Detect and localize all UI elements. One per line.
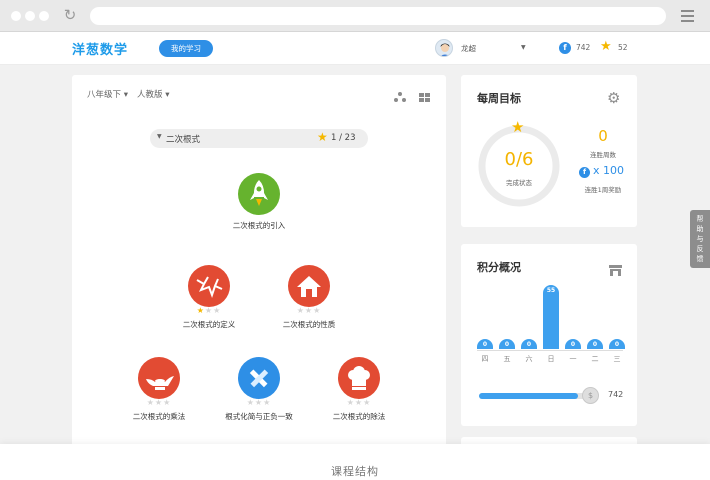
tree-view-icon[interactable] [394,92,406,102]
coin-icon: f [579,167,590,178]
topic-node[interactable]: 二次根式的引入 [209,173,309,243]
grade-filter[interactable]: 八年级下 ▾ [87,88,128,100]
topic-label: 二次根式的除法 [332,412,386,421]
gear-icon[interactable]: ⚙ [607,89,620,107]
bar-value-label: 0 [482,341,488,348]
coin-icon: f [559,42,571,54]
points-overview-card: 积分概况 0 四 0 五 0 六 55 日 0 一 0 二 0 三 $ 742 [461,244,637,426]
bar-value-label: 0 [526,341,532,348]
username[interactable]: 龙超 [461,43,476,54]
window-dot-3[interactable] [39,11,49,21]
pencil-ruler-icon [238,357,280,399]
topic-stars: ★★★ [246,398,272,407]
topic-node[interactable]: ★★★ 二次根式的定义 [159,265,259,335]
bar-value-label: 0 [570,341,576,348]
house-icon [288,265,330,307]
chart-bar: 0 [565,339,581,349]
crack-icon [188,265,230,307]
topic-stars: ★★★ [296,306,322,315]
topic-stars: ★★★ [146,398,172,407]
weekly-goal-title: 每周目标 [477,92,521,105]
dollar-coin-icon: $ [582,387,599,404]
topic-label: 根式化简与正负一致 [225,412,293,421]
chart-bar: 55 [543,285,559,349]
x-tick-label: 六 [525,355,533,363]
points-progress-fill [479,393,578,399]
points-progress-track [479,393,589,399]
x-tick-label: 日 [547,355,555,363]
streak-weeks: 0 [598,127,608,145]
topic-stars: ★★★ [346,398,372,407]
magic-lamp-icon [138,357,180,399]
chapter-header[interactable]: ▼ 二次根式 ★ 1 / 23 [150,129,368,148]
browser-chrome: ↻ [0,0,710,32]
topic-label: 二次根式的定义 [182,320,236,329]
chart-bar: 0 [609,339,625,349]
topic-node[interactable]: ★★★ 二次根式的性质 [259,265,359,335]
topic-node[interactable]: ★★★ 二次根式的乘法 [109,357,209,427]
topic-label: 二次根式的引入 [232,221,286,230]
star-icon: ★ [511,118,525,136]
address-bar[interactable] [90,7,666,25]
chevron-down-icon[interactable]: ▼ [157,133,162,140]
chart-bar: 0 [499,339,515,349]
star-icon: ★ [317,130,328,144]
reload-icon[interactable]: ↻ [62,7,78,23]
figure-caption: 课程结构 [331,465,379,478]
rocket-icon [238,173,280,215]
star-icon: ★ [600,39,612,54]
chapter-title: 二次根式 [166,135,201,145]
reward-caption: 连胜1周奖励 [584,186,622,194]
topic-label: 二次根式的性质 [282,320,336,329]
x-tick-label: 二 [591,355,599,363]
reward-amount: x 100 [593,164,625,177]
topic-stars: ★★★ [196,306,222,315]
avatar[interactable] [435,39,453,57]
x-tick-label: 五 [503,355,511,363]
x-tick-label: 三 [613,355,621,363]
bar-value-label: 0 [592,341,598,348]
menu-icon[interactable] [681,10,694,22]
bar-value-label: 0 [614,341,620,348]
store-icon[interactable] [609,261,622,276]
star-count: 52 [618,43,628,52]
bar-value-label: 55 [546,287,556,294]
my-learning-button[interactable]: 我的学习 [159,40,213,57]
chapter-progress: 1 / 23 [331,133,356,143]
help-feedback-label: 帮助与反馈 [696,215,704,263]
topic-node[interactable]: ★★★ 二次根式的除法 [309,357,409,427]
chevron-down-icon[interactable]: ▼ [521,44,526,51]
help-feedback-tab[interactable]: 帮助与反馈 [690,210,710,268]
goal-progress-ring: ★ 0/6 完成状态 [477,118,561,207]
grid-view-icon[interactable] [419,93,430,102]
chart-axis [477,350,623,351]
app-header: 洋葱数学 我的学习 龙超 ▼ f 742 ★ 52 [0,32,710,65]
weekly-goal-card: 每周目标 ⚙ ★ 0/6 完成状态 0 连胜周数 f x 100 连胜1周奖励 [461,75,637,227]
chef-hat-icon [338,357,380,399]
points-balance: 742 [608,390,624,399]
x-tick-label: 一 [569,355,577,363]
chart-bar: 0 [587,339,603,349]
logo[interactable]: 洋葱数学 [72,39,128,58]
chart-bar: 0 [521,339,537,349]
bar-value-label: 0 [504,341,510,348]
goal-progress-caption: 完成状态 [506,179,532,187]
goal-progress-value: 0/6 [504,149,534,170]
window-dot-1[interactable] [11,11,21,21]
topic-node[interactable]: ★★★ 根式化简与正负一致 [209,357,309,427]
edition-filter[interactable]: 人教版 ▾ [137,88,169,100]
points-title: 积分概况 [477,261,521,274]
course-map-card: 八年级下 ▾ 人教版 ▾ ▼ 二次根式 ★ 1 / 23 二次根式的引入 ★★★… [72,75,446,447]
coin-count: 742 [576,43,591,52]
topic-label: 二次根式的乘法 [132,412,186,421]
streak-caption: 连胜周数 [590,151,616,159]
chart-bar: 0 [477,339,493,349]
window-dot-2[interactable] [25,11,35,21]
x-tick-label: 四 [481,355,489,363]
